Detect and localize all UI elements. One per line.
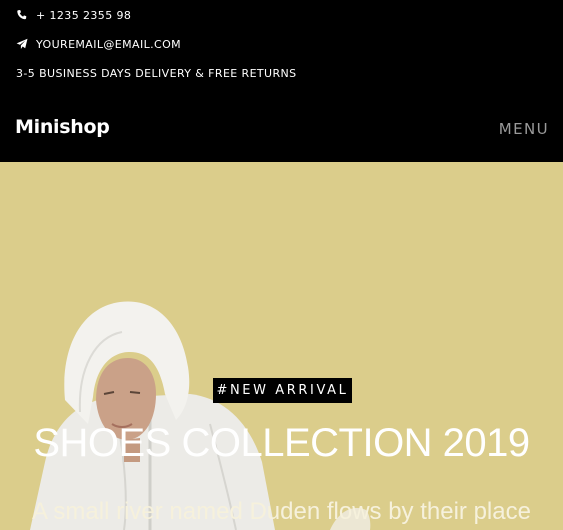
hero-banner: #NEW ARRIVAL SHOES COLLECTION 2019 A sma… xyxy=(0,162,563,530)
email-address: YOUREMAIL@EMAIL.COM xyxy=(36,37,182,51)
new-arrival-badge: #NEW ARRIVAL xyxy=(213,378,352,403)
paper-plane-icon xyxy=(16,38,28,50)
delivery-text: 3-5 BUSINESS DAYS DELIVERY & FREE RETURN… xyxy=(16,66,297,80)
main-navbar: Minishop MENU xyxy=(0,92,563,162)
brand-logo[interactable]: Minishop xyxy=(15,116,110,138)
hero-title: SHOES COLLECTION 2019 xyxy=(33,421,530,465)
menu-toggle-button[interactable]: MENU xyxy=(499,120,549,138)
hero-subtitle: A small river named Duden flows by their… xyxy=(32,498,531,525)
delivery-note: 3-5 BUSINESS DAYS DELIVERY & FREE RETURN… xyxy=(16,65,297,81)
phone-icon xyxy=(16,9,28,21)
phone-contact[interactable]: + 1235 2355 98 xyxy=(16,7,131,23)
phone-number: + 1235 2355 98 xyxy=(36,8,132,22)
email-contact[interactable]: YOUREMAIL@EMAIL.COM xyxy=(16,36,181,52)
top-info-bar: + 1235 2355 98 YOUREMAIL@EMAIL.COM 3-5 B… xyxy=(0,0,563,92)
hero-model-image xyxy=(30,301,371,530)
